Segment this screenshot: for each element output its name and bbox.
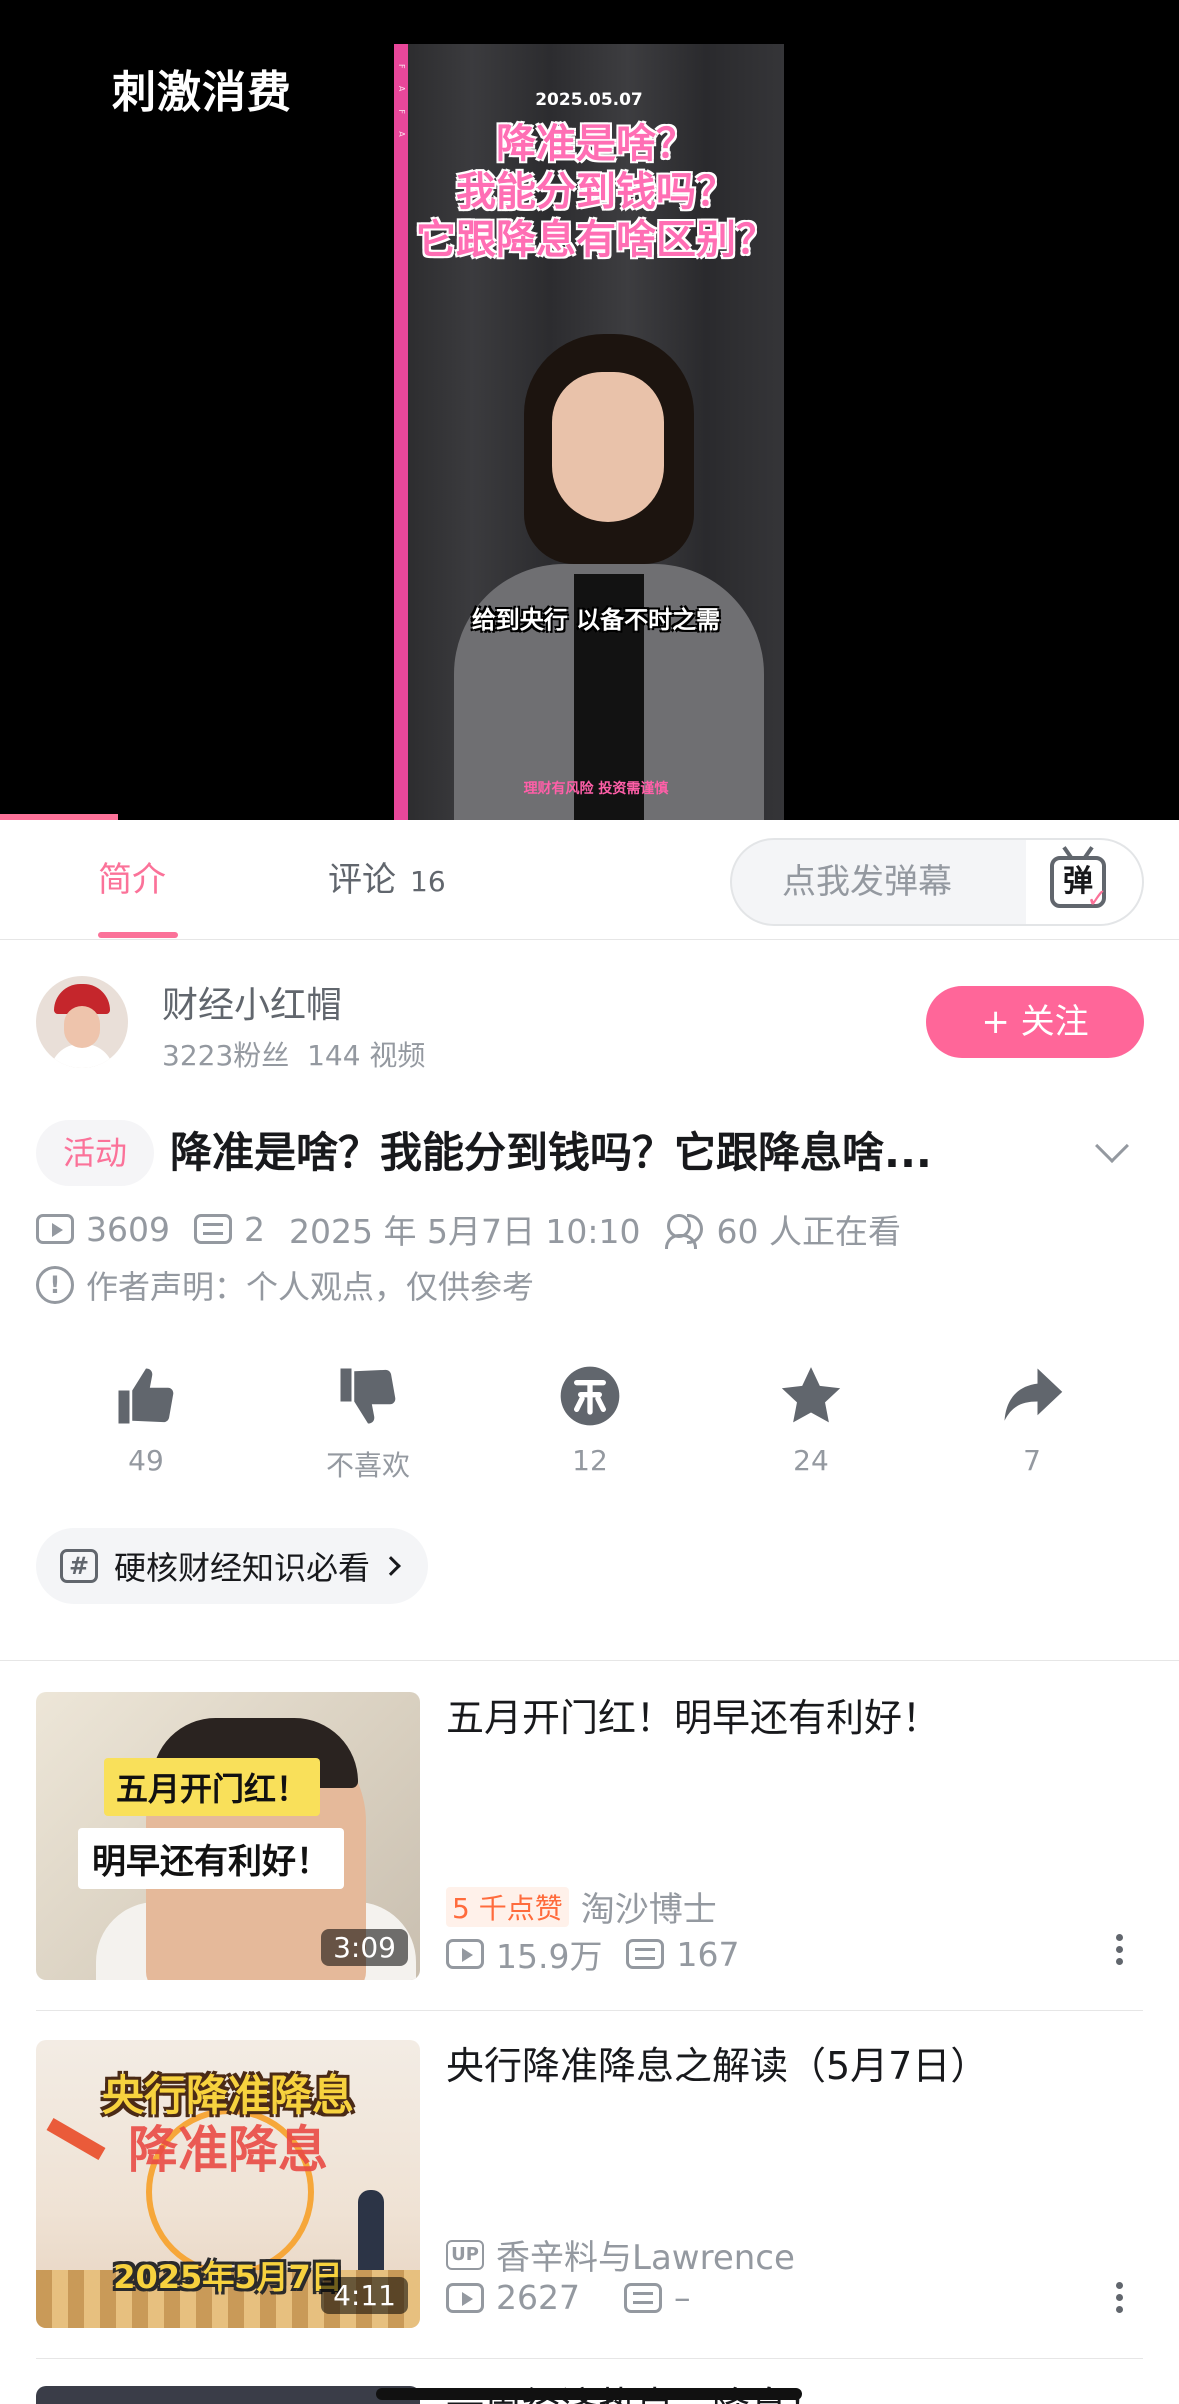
rec-stats: 15.9万 167 [446,1930,739,1978]
video-thumbnail[interactable] [36,2386,420,2404]
watching-now: 60 人正在看 [716,1212,902,1251]
coin-icon [530,1356,650,1436]
thumb-caption: 央行降准降息 [101,2071,354,2120]
danmaku-toggle-button[interactable]: 弹 ✓ [1026,840,1142,924]
rec-danmaku-count: – [673,2278,691,2317]
uploader-name[interactable]: 财经小红帽 [162,976,342,1028]
presenter-face [552,372,664,522]
presenter-figure [424,334,784,820]
list-divider [36,2010,1143,2011]
detail-tabs: 简介 评论 16 点我发弹幕 弹 ✓ [0,820,1179,940]
player-title: 刺激消费 [112,67,292,118]
video-meta: 3609 2 2025 年 5月7日 10:10 60 人正在看 [36,1206,901,1252]
more-options-icon[interactable] [1112,2278,1126,2324]
rec-view-count: 2627 [496,2278,580,2317]
frame-side-stripe: FAFA [394,44,408,820]
rec-video-title[interactable]: 央行降准降息之解读（5月7日） [446,2040,1136,2092]
share-icon [972,1356,1092,1436]
uploader-video-count: 144 视频 [307,1039,426,1072]
up-badge-icon: UP [446,2239,484,2270]
info-icon: ! [36,1266,74,1304]
video-title: 降准是啥？我能分到钱吗？它跟降息啥... [170,1128,932,1177]
frame-headline-line-3: 它跟降息有啥区别？ [416,217,776,263]
activity-badge[interactable]: 活动 [36,1120,154,1186]
thumbs-down-icon [308,1356,428,1436]
video-subtitle: 给到央行 以备不时之需 [471,606,721,634]
follow-button[interactable]: + 关注 [926,986,1144,1058]
rec-uploader-row: UP 香辛料与Lawrence [446,2230,795,2279]
author-statement-text: 作者声明：个人观点，仅供参考 [86,1268,535,1306]
video-duration: 4:11 [321,2277,408,2314]
tab-active-indicator [98,932,178,938]
rec-danmaku-count: 167 [676,1934,740,1974]
like-count: 49 [128,1444,164,1477]
rec-video-title[interactable]: 五月开门红！明早还有利好！ [446,1692,1136,1744]
like-button[interactable]: 49 [86,1356,206,1477]
danmaku-count-icon [623,2282,662,2313]
view-count: 3609 [86,1209,170,1249]
uploader-stats: 3223粉丝 144 视频 [162,1034,425,1074]
share-button[interactable]: 7 [972,1356,1092,1477]
play-count-icon [36,1214,74,1244]
likes-badge: 5 千点赞 [446,1886,569,1927]
check-icon: ✓ [1086,884,1108,914]
frame-headline-line-2: 我能分到钱吗？ [456,169,736,215]
danmaku-tv-icon: 弹 ✓ [1050,856,1108,912]
tab-intro[interactable]: 简介 [98,820,166,940]
frame-date: 2025.05.07 [535,90,643,110]
play-count-icon [446,1939,484,1969]
tab-comments-label: 评论 [328,860,396,900]
tab-comments[interactable]: 评论 16 [328,820,446,940]
section-divider [0,1660,1179,1661]
danmaku-count-icon [193,1214,232,1244]
thumb-caption: 降准降息 [128,2121,328,2179]
topic-tag[interactable]: # 硬核财经知识必看 [36,1528,429,1604]
thumb-caption: 五月开门红！ [104,1758,321,1816]
tab-comments-count: 16 [410,865,446,898]
danmaku-entry[interactable]: 点我发弹幕 弹 ✓ [730,838,1144,926]
frame-headline-line-1: 降准是啥？ [496,121,696,167]
chevron-right-icon [381,1556,401,1576]
dislike-label: 不喜欢 [325,1449,410,1482]
avatar-face [64,1006,100,1048]
home-indicator[interactable] [376,2388,802,2400]
thumb-caption: 明早还有利好！ [78,1828,344,1889]
publish-date: 2025 年 5月7日 10:10 [288,1212,641,1251]
danmaku-input[interactable]: 点我发弹幕 [782,840,952,924]
video-thumbnail[interactable]: 降准降息 央行降准降息 2025年5月7日 4:11 [36,2040,420,2328]
dislike-button[interactable]: 不喜欢 [308,1356,428,1484]
more-options-icon[interactable] [1112,1930,1126,1976]
video-frame[interactable]: FAFA 2025.05.07 降准是啥？ 我能分到钱吗？ 它跟降息有啥区别？ … [394,44,784,820]
rec-stats: 2627 – [446,2278,690,2317]
video-duration: 3:09 [321,1929,408,1966]
uploader-followers: 3223粉丝 [162,1039,290,1072]
danmaku-count: 2 [243,1209,265,1249]
video-disclaimer: 理财有风险 投资需谨慎 [523,781,669,797]
viewers-icon [664,1212,711,1249]
coin-count: 12 [572,1444,608,1477]
list-item[interactable]: 五月开门红！ 明早还有利好！ 3:09 五月开门红！明早还有利好！ 5 千点赞 … [0,1692,1179,1992]
rec-uploader-row: 5 千点赞 淘沙博士 [446,1882,717,1931]
list-divider [36,2358,1143,2359]
author-statement: ! 作者声明：个人观点，仅供参考 [36,1262,534,1308]
uploader-avatar[interactable] [36,976,128,1068]
frame-headline: 降准是啥？ 我能分到钱吗？ 它跟降息有啥区别？ [408,120,784,264]
list-item[interactable]: 降准降息 央行降准降息 2025年5月7日 4:11 央行降准降息之解读（5月7… [0,2040,1179,2340]
topic-tag-label: 硬核财经知识必看 [114,1549,371,1587]
danmaku-count-icon [626,1939,665,1969]
rec-uploader-name: 香辛料与Lawrence [496,2238,795,2278]
rec-uploader-name: 淘沙博士 [580,1890,717,1930]
favorite-count: 24 [793,1444,829,1477]
coin-button[interactable]: 12 [530,1356,650,1477]
share-count: 7 [1023,1444,1041,1477]
thumbs-up-icon [86,1356,206,1436]
rec-view-count: 15.9万 [496,1937,603,1976]
hashtag-icon: # [60,1549,98,1583]
play-count-icon [446,2282,484,2313]
video-thumbnail[interactable]: 五月开门红！ 明早还有利好！ 3:09 [36,1692,420,1980]
video-player[interactable]: 刺激消费 FAFA 2025.05.07 降准是啥？ 我能分到钱吗？ 它跟降息有… [0,0,1179,820]
chevron-down-icon[interactable] [1095,1129,1129,1163]
favorite-button[interactable]: 24 [751,1356,871,1477]
star-icon [751,1356,871,1436]
